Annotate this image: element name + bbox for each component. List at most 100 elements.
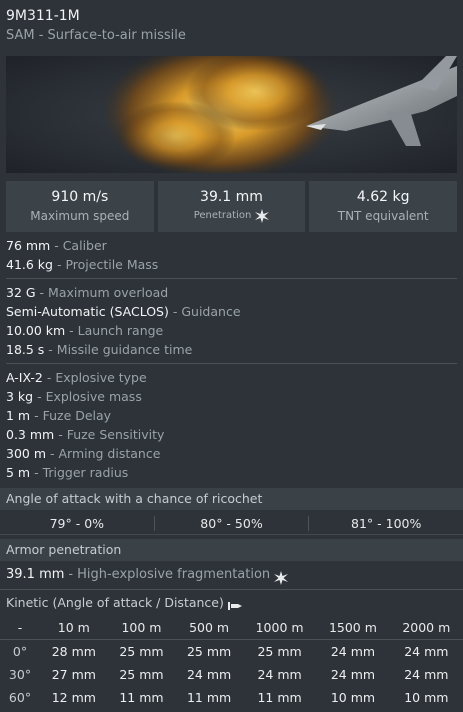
armor-penetration-row: 39.1 mm - High-explosive fragmentation (0, 561, 463, 589)
table-cell: 27 mm (51, 667, 96, 682)
table-cell: 25 mm (186, 644, 232, 659)
kinetic-section-title: Kinetic (Angle of attack / Distance) (0, 589, 463, 616)
table-row: 30° 27 mm 25 mm 24 mm 24 mm 24 mm 24 mm (0, 663, 463, 686)
property-key: Maximum overload (48, 285, 169, 300)
table-cell: 25 mm (257, 644, 302, 659)
property-key: Caliber (62, 238, 107, 253)
projectile-title: 9M311-1M (6, 8, 80, 24)
property-key: Explosive type (55, 370, 147, 385)
table-cell: 24 mm (330, 667, 376, 682)
table-cell: 12 mm (51, 690, 96, 705)
table-cell: 10 mm (404, 690, 449, 705)
column-header: 1000 m (242, 616, 317, 640)
property-value: Semi-Automatic (SACLOS) (6, 304, 169, 319)
property-row: 41.6 kg - Projectile Mass (6, 257, 159, 272)
table-cell: 11 mm (119, 690, 164, 705)
stat-label: Penetration (193, 210, 252, 221)
property-key: Missile guidance time (56, 342, 193, 357)
property-row: 76 mm - Caliber (6, 238, 107, 253)
property-row: 3 kg - Explosive mass (6, 389, 142, 404)
column-header: 1500 m (316, 616, 390, 640)
divider (6, 363, 457, 364)
property-row: 0.3 mm - Fuze Sensitivity (6, 427, 165, 442)
property-row: Semi-Automatic (SACLOS) - Guidance (6, 304, 241, 319)
property-key: Fuze Delay (42, 408, 112, 423)
stat-value: 39.1 mm (200, 189, 263, 205)
property-key: Guidance (181, 304, 241, 319)
table-cell: 28 mm (51, 644, 96, 659)
property-key: Arming distance (58, 446, 161, 461)
property-row: 300 m - Arming distance (6, 446, 161, 461)
property-value: 3 kg (6, 389, 34, 404)
property-value: 1 m (6, 408, 31, 423)
table-cell: 11 mm (186, 690, 232, 705)
ricochet-section-title: Angle of attack with a chance of ricoche… (0, 488, 463, 510)
stat-value: 4.62 kg (356, 189, 410, 205)
property-value: 5 m (6, 465, 31, 480)
property-value: 0.3 mm (6, 427, 55, 442)
kinetic-title-text: Kinetic (Angle of attack / Distance) (6, 595, 224, 610)
property-key: Trigger radius (42, 465, 129, 480)
stat-label: Maximum speed (30, 209, 130, 223)
he-burst-icon (274, 568, 289, 585)
key-stats: 910 m/s Maximum speed 39.1 mm Penetratio… (6, 181, 458, 232)
property-key: Fuze Sensitivity (66, 427, 165, 442)
property-row: 1 m - Fuze Delay (6, 408, 112, 423)
row-angle: 60° (8, 690, 32, 705)
kinetic-table: - 10 m 100 m 500 m 1000 m 1500 m 2000 m … (0, 616, 463, 709)
kinetic-header-row: - 10 m 100 m 500 m 1000 m 1500 m 2000 m (0, 616, 463, 640)
property-row: 18.5 s - Missile guidance time (6, 342, 193, 357)
table-cell: 24 mm (404, 667, 449, 682)
row-angle: 0° (12, 644, 28, 659)
armor-section-title: Armor penetration (0, 539, 463, 561)
projectile-card: 9M311-1M SAM - Surface-to-air missile 91… (0, 0, 463, 712)
missile-explosion-image (6, 56, 457, 173)
property-value: 18.5 s (6, 342, 45, 357)
he-burst-icon (255, 209, 270, 223)
table-cell: 24 mm (186, 667, 232, 682)
stat-value: 910 m/s (51, 189, 109, 205)
stat-label: TNT equivalent (337, 209, 429, 223)
table-cell: 24 mm (330, 644, 376, 659)
column-header: 500 m (175, 616, 243, 640)
table-cell: 25 mm (119, 644, 164, 659)
stat-tnt-equivalent: 4.62 kg TNT equivalent (309, 181, 458, 232)
projectile-subtitle: SAM - Surface-to-air missile (6, 28, 186, 43)
table-row: 0° 28 mm 25 mm 25 mm 25 mm 24 mm 24 mm (0, 640, 463, 664)
table-cell: 24 mm (404, 644, 449, 659)
kinetic-shell-icon (227, 596, 242, 610)
table-cell: 10 mm (330, 690, 376, 705)
row-angle: 30° (8, 667, 32, 682)
table-cell: 24 mm (257, 667, 302, 682)
column-header: 10 m (40, 616, 108, 640)
property-value: 41.6 kg (6, 257, 53, 272)
property-row: 10.00 km - Launch range (6, 323, 164, 338)
armor-value: 39.1 mm (6, 567, 65, 582)
property-value: A-IX-2 (6, 370, 43, 385)
table-cell: 25 mm (119, 667, 164, 682)
property-row: 32 G - Maximum overload (6, 285, 169, 300)
ricochet-cell: 81° - 100% (351, 515, 422, 531)
ricochet-cell: 79° - 0% (0, 515, 155, 531)
stat-max-speed: 910 m/s Maximum speed (6, 181, 154, 232)
property-value: 10.00 km (6, 323, 66, 338)
table-cell: 11 mm (257, 690, 302, 705)
column-header: 2000 m (389, 616, 463, 640)
properties-list: 76 mm - Caliber 41.6 kg - Projectile Mas… (0, 232, 463, 482)
property-value: 32 G (6, 285, 36, 300)
divider (6, 278, 457, 279)
ricochet-table: 79° - 0% 80° - 50% 81° - 100% (0, 512, 463, 535)
table-row: 60° 12 mm 11 mm 11 mm 11 mm 10 mm 10 mm (0, 686, 463, 709)
property-key: Explosive mass (45, 389, 142, 404)
armor-key: High-explosive fragmentation (77, 567, 271, 582)
ricochet-cell: 80° - 50% (155, 515, 310, 531)
property-key: Projectile Mass (65, 257, 159, 272)
stat-penetration: 39.1 mm Penetration (157, 181, 306, 232)
card-header: 9M311-1M SAM - Surface-to-air missile (0, 0, 463, 50)
property-row: 5 m - Trigger radius (6, 465, 129, 480)
property-value: 300 m (6, 446, 47, 461)
property-row: A-IX-2 - Explosive type (6, 370, 147, 385)
column-header: - (0, 616, 40, 640)
column-header: 100 m (107, 616, 176, 640)
property-value: 76 mm (6, 238, 51, 253)
